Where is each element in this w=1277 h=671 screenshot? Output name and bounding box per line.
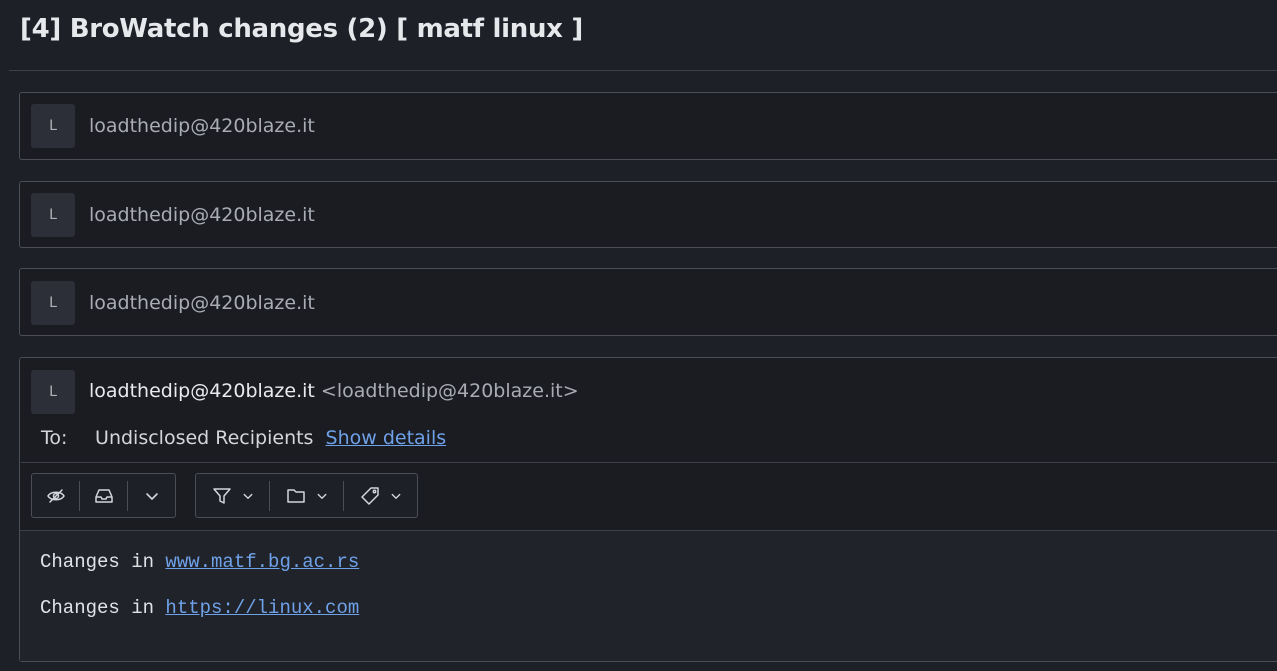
chevron-down-icon	[391, 493, 400, 499]
body-line: Changes in https://linux.com	[40, 597, 359, 619]
recipients-line: To: Undisclosed Recipients Show details	[41, 427, 446, 449]
sender-address: loadthedip@420blaze.it	[89, 115, 315, 137]
header-divider	[21, 462, 1277, 463]
move-to-folder-dropdown-button[interactable]	[270, 474, 343, 517]
avatar: L	[31, 370, 75, 414]
thread-header: [4] BroWatch changes (2) [ matf linux ]	[9, 0, 1277, 71]
folder-icon	[286, 488, 305, 503]
chevron-down-icon	[317, 493, 326, 499]
message-body: Changes in www.matf.bg.ac.rs Changes in …	[20, 530, 1277, 661]
body-link[interactable]: www.matf.bg.ac.rs	[165, 551, 359, 573]
collapsed-message[interactable]: L loadthedip@420blaze.it	[19, 181, 1277, 248]
chevron-down-icon	[243, 493, 252, 499]
email-thread-view: [4] BroWatch changes (2) [ matf linux ] …	[0, 0, 1277, 671]
collapsed-message[interactable]: L loadthedip@420blaze.it	[19, 92, 1277, 160]
body-text: Changes in	[40, 597, 166, 619]
collapsed-message[interactable]: L loadthedip@420blaze.it	[19, 268, 1277, 336]
chevron-down-icon	[145, 492, 158, 500]
mark-unread-button[interactable]	[32, 474, 79, 517]
label-dropdown-button[interactable]	[344, 474, 417, 517]
thread-title: [4] BroWatch changes (2) [ matf linux ]	[20, 14, 583, 44]
organize-toolbar	[195, 473, 418, 518]
more-actions-button[interactable]	[128, 474, 175, 517]
sender-line: loadthedip@420blaze.it <loadthedip@420bl…	[89, 380, 579, 402]
sender-address: loadthedip@420blaze.it	[89, 204, 315, 226]
to-value: Undisclosed Recipients	[95, 427, 314, 449]
inbox-icon	[94, 488, 113, 503]
expanded-message: L loadthedip@420blaze.it <loadthedip@420…	[19, 357, 1277, 662]
show-details-link[interactable]: Show details	[326, 427, 447, 449]
tag-icon	[360, 486, 379, 505]
move-to-inbox-button[interactable]	[80, 474, 127, 517]
avatar: L	[31, 281, 75, 325]
eye-slash-icon	[46, 488, 65, 503]
sender-address: loadthedip@420blaze.it	[89, 292, 315, 314]
sender-email: <loadthedip@420blaze.it>	[320, 380, 579, 402]
message-actions-toolbar	[31, 473, 176, 518]
filter-dropdown-button[interactable]	[196, 474, 269, 517]
avatar: L	[31, 104, 75, 148]
body-text: Changes in	[40, 551, 166, 573]
to-label: To:	[41, 427, 68, 449]
avatar: L	[31, 193, 75, 237]
body-link[interactable]: https://linux.com	[165, 597, 359, 619]
filter-icon	[212, 487, 231, 504]
body-line: Changes in www.matf.bg.ac.rs	[40, 551, 359, 573]
sender-name: loadthedip@420blaze.it	[89, 380, 315, 402]
